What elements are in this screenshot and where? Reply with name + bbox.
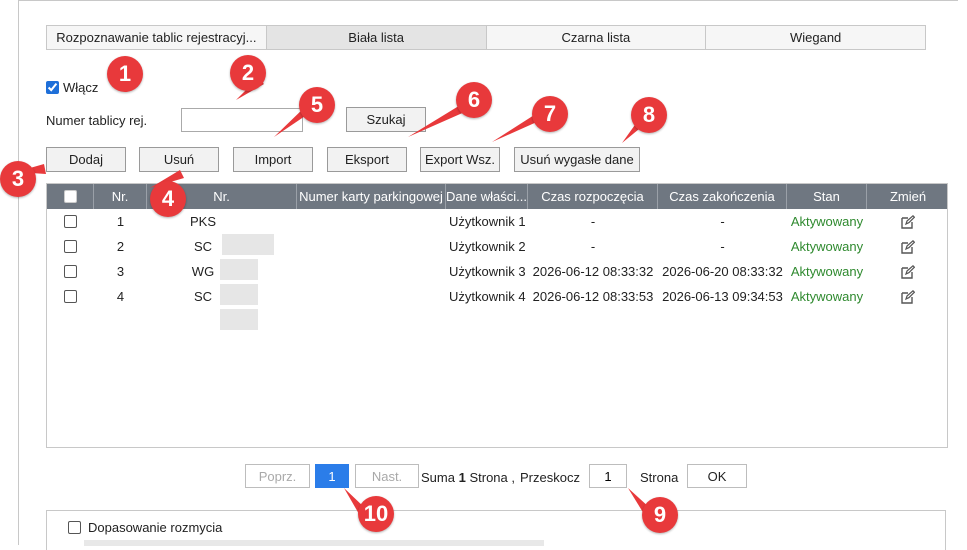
fuzzy-match-checkbox[interactable] [68, 521, 81, 534]
select-all-header[interactable] [47, 184, 94, 209]
page-label: Strona [640, 470, 679, 485]
header-end-time: Czas zakończenia [658, 184, 787, 209]
row-select[interactable] [47, 284, 94, 309]
row-end-time: - [720, 214, 725, 229]
delete-button[interactable]: Usuń [139, 147, 219, 172]
header-index: Nr. [94, 184, 147, 209]
fuzzy-match-label: Dopasowanie rozmycia [88, 520, 223, 535]
row-owner: Użytkownik 1 [449, 214, 526, 229]
jump-label: Przeskocz [520, 470, 580, 485]
annotation-badge-9: 9 [642, 497, 678, 533]
row-checkbox[interactable] [64, 240, 77, 253]
row-checkbox[interactable] [64, 290, 77, 303]
header-edit: Zmień [889, 189, 927, 204]
row-status: Aktywowany [790, 239, 864, 254]
row-parking-card [297, 259, 446, 284]
enable-toggle[interactable]: Włącz [46, 80, 98, 95]
row-start-time: 2026-06-12 08:33:53 [532, 289, 654, 304]
row-select[interactable] [47, 209, 94, 234]
jump-ok-button[interactable]: OK [687, 464, 747, 488]
row-select[interactable] [47, 259, 94, 284]
row-start-time: 2026-06-12 08:33:32 [532, 264, 654, 279]
row-start-time: - [590, 214, 596, 229]
tab-wiegand[interactable]: Wiegand [706, 26, 925, 49]
row-end-time: 2026-06-13 09:34:53 [662, 289, 783, 304]
row-checkbox[interactable] [64, 265, 77, 278]
row-plate: SC [193, 239, 213, 254]
row-end-time: 2026-06-20 08:33:32 [662, 264, 783, 279]
row-index: 4 [116, 289, 125, 304]
header-start-time: Czas rozpoczęcia [528, 184, 658, 209]
row-index: 2 [116, 239, 125, 254]
annotation-badge-10: 10 [358, 496, 394, 532]
table-row: 4 SC Użytkownik 4 2026-06-12 08:33:53 20… [47, 284, 949, 330]
total-label: Suma [421, 470, 455, 485]
row-parking-card [297, 234, 446, 259]
row-owner: Użytkownik 4 [449, 289, 526, 304]
jump-page-input[interactable] [589, 464, 627, 488]
row-owner: Użytkownik 2 [449, 239, 526, 254]
edit-icon[interactable] [867, 259, 949, 284]
export-all-button[interactable]: Export Wsz. [420, 147, 500, 172]
table-row: 2 SC Użytkownik 2 - - Aktywowany [47, 234, 949, 280]
annotation-badge-4: 4 [150, 181, 186, 217]
add-button[interactable]: Dodaj [46, 147, 126, 172]
row-parking-card [297, 209, 446, 234]
cut-off-text-line [84, 540, 544, 546]
next-page-button[interactable]: Nast. [355, 464, 419, 488]
current-page-button[interactable]: 1 [315, 464, 349, 488]
header-status: Stan [787, 184, 867, 209]
annotation-badge-5: 5 [299, 87, 335, 123]
row-status: Aktywowany [790, 214, 864, 229]
header-owner: Dane właści... [446, 184, 528, 209]
row-checkbox[interactable] [64, 215, 77, 228]
row-parking-card [297, 284, 446, 309]
whitelist-table: Nr. Nr. Numer karty parkingowej Dane wła… [46, 183, 948, 448]
select-all-checkbox[interactable] [63, 190, 77, 203]
row-plate: WG [191, 264, 215, 279]
tab-bar: Rozpoznawanie tablic rejestracyj... Biał… [46, 25, 926, 50]
enable-label: Włącz [63, 80, 99, 95]
plate-number-label: Numer tablicy rej. [46, 113, 148, 128]
row-status: Aktywowany [790, 264, 864, 279]
table-row: 3 WG Użytkownik 3 2026-06-12 08:33:32 20… [47, 259, 949, 305]
row-plate: SC [193, 289, 213, 304]
page-summary: Suma 1 Strona , [421, 470, 515, 485]
plate-number-input[interactable] [181, 108, 303, 132]
row-index: 1 [116, 214, 125, 229]
prev-page-button[interactable]: Poprz. [245, 464, 310, 488]
table-row: 1 PKS Użytkownik 1 - - Aktywowany [47, 209, 949, 255]
plate-redaction [220, 309, 258, 330]
edit-icon[interactable] [867, 234, 949, 259]
annotation-badge-7: 7 [532, 96, 568, 132]
tab-plate-recognition[interactable]: Rozpoznawanie tablic rejestracyj... [47, 26, 267, 49]
delete-expired-button[interactable]: Usuń wygasłe dane [514, 147, 640, 172]
fuzzy-match-toggle[interactable]: Dopasowanie rozmycia [68, 520, 222, 535]
row-end-time: - [720, 239, 725, 254]
row-index: 3 [116, 264, 125, 279]
tab-blacklist[interactable]: Czarna lista [486, 26, 707, 49]
edit-icon[interactable] [867, 209, 949, 234]
tab-whitelist[interactable]: Biała lista [266, 26, 487, 49]
row-owner: Użytkownik 3 [449, 264, 526, 279]
total-value: 1 [458, 470, 466, 485]
edit-icon[interactable] [867, 284, 949, 309]
annotation-badge-1: 1 [107, 56, 143, 92]
annotation-badge-2: 2 [230, 55, 266, 91]
annotation-badge-8: 8 [631, 97, 667, 133]
strona-label: Strona , [469, 470, 515, 485]
row-select[interactable] [47, 234, 94, 259]
row-start-time: - [590, 239, 596, 254]
export-button[interactable]: Eksport [327, 147, 407, 172]
annotation-badge-3: 3 [0, 161, 36, 197]
header-parking-card: Numer karty parkingowej [297, 184, 446, 209]
enable-checkbox[interactable] [46, 81, 59, 94]
annotation-badge-6: 6 [456, 82, 492, 118]
search-button[interactable]: Szukaj [346, 107, 426, 132]
row-status: Aktywowany [790, 289, 864, 304]
import-button[interactable]: Import [233, 147, 313, 172]
